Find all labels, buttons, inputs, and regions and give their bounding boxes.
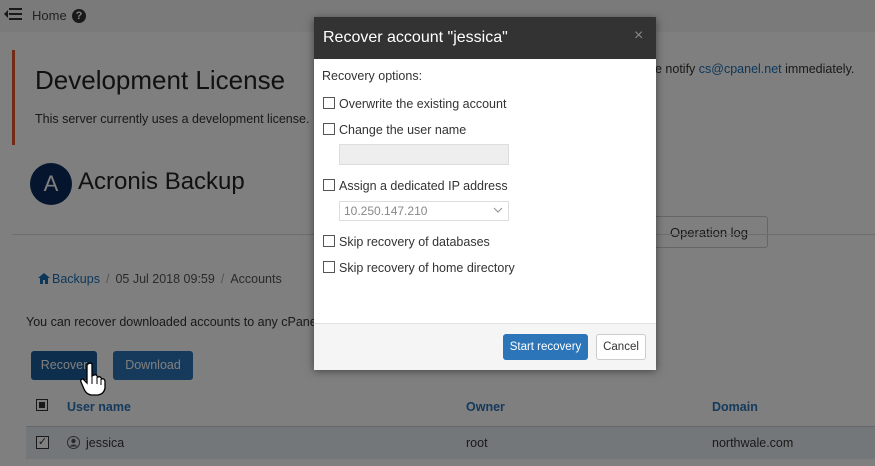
close-icon[interactable]: × (634, 27, 643, 45)
option-label: Assign a dedicated IP address (339, 179, 508, 193)
checkbox[interactable] (323, 97, 335, 109)
chevron-down-icon (493, 207, 503, 213)
ip-address-value: 10.250.147.210 (344, 204, 428, 218)
dialog-title: Recover account "jessica" (323, 29, 508, 46)
checkbox[interactable] (323, 235, 335, 247)
cancel-button[interactable]: Cancel (596, 334, 646, 360)
option-label: Change the user name (339, 123, 467, 137)
checkbox[interactable] (323, 261, 335, 273)
recover-account-dialog: Recover account "jessica" × Recovery opt… (314, 17, 656, 370)
dialog-header: Recover account "jessica" × (314, 17, 656, 59)
hand-cursor-icon (80, 362, 106, 396)
option-label: Skip recovery of databases (339, 235, 490, 249)
start-recovery-button[interactable]: Start recovery (503, 334, 588, 360)
option-label: Skip recovery of home directory (339, 261, 515, 275)
ip-address-select[interactable]: 10.250.147.210 (339, 201, 509, 221)
option-skip-home-directory[interactable]: Skip recovery of home directory (323, 261, 515, 275)
option-skip-databases[interactable]: Skip recovery of databases (323, 235, 490, 249)
option-change-user-name[interactable]: Change the user name (323, 123, 466, 137)
option-label: Overwrite the existing account (339, 97, 507, 111)
recovery-options-label: Recovery options: (322, 69, 423, 83)
option-dedicated-ip[interactable]: Assign a dedicated IP address (323, 179, 508, 193)
new-user-name-input[interactable] (339, 144, 509, 165)
checkbox[interactable] (323, 123, 335, 135)
page: Home ? Development License This server c… (0, 0, 875, 466)
option-overwrite-account[interactable]: Overwrite the existing account (323, 97, 506, 111)
dialog-footer: Start recovery Cancel (314, 323, 656, 370)
checkbox[interactable] (323, 179, 335, 191)
